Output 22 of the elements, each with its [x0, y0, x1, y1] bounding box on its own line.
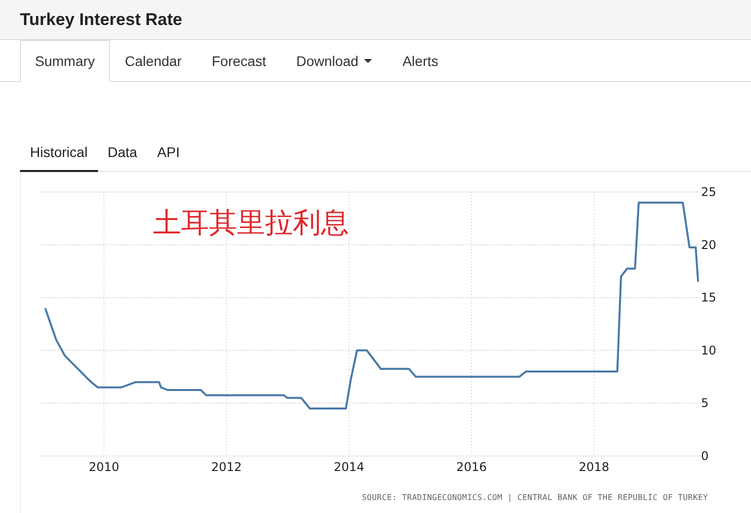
annotation-text: 土耳其里拉利息 [153, 206, 349, 239]
x-tick-label: 2018 [578, 460, 610, 474]
nav-tab[interactable]: Calendar [110, 40, 197, 82]
x-tick-label: 2016 [456, 460, 487, 474]
x-tick-label: 2012 [211, 460, 242, 474]
nav-tab[interactable]: Alerts [387, 40, 454, 82]
y-tick-label: 15 [701, 290, 716, 305]
chart-tab[interactable]: API [147, 133, 190, 172]
page-title: Turkey Interest Rate [20, 10, 182, 30]
source-note: SOURCE: TRADINGECONOMICS.COM | CENTRAL BANK OF THE REPUBLIC OF TURKEY [362, 493, 708, 502]
x-tick-label: 2010 [88, 460, 120, 474]
x-tick-label: 2014 [334, 460, 364, 474]
nav-tab[interactable]: Download [281, 40, 388, 82]
chart-tab[interactable]: Historical [20, 133, 98, 172]
y-tick-label: 25 [701, 185, 716, 199]
nav-tab[interactable]: Summary [20, 40, 110, 82]
y-tick-label: 0 [701, 449, 709, 463]
y-tick-label: 10 [701, 343, 716, 358]
y-tick-label: 5 [701, 396, 709, 410]
y-tick-label: 20 [701, 238, 716, 252]
chart-tab[interactable]: Data [98, 133, 148, 172]
nav-tab[interactable]: Forecast [196, 40, 282, 82]
